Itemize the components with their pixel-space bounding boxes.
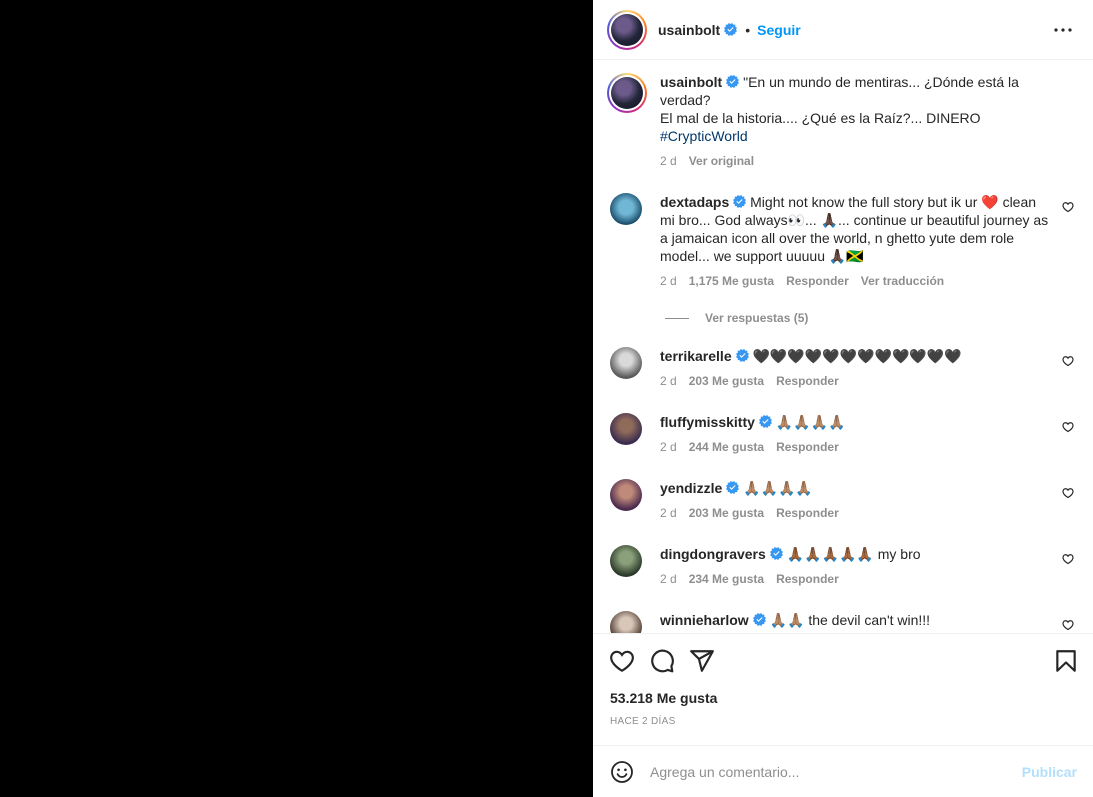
author-avatar[interactable] bbox=[607, 9, 647, 50]
post-timestamp[interactable]: Hace 2 días bbox=[610, 716, 676, 727]
caption-avatar[interactable] bbox=[607, 73, 647, 113]
see-original-button[interactable]: Ver original bbox=[689, 152, 754, 170]
comment-item: terrikarelle 🖤🖤🖤🖤🖤🖤🖤🖤🖤🖤🖤🖤 2 d 203 Me gus… bbox=[610, 347, 1080, 390]
more-options-icon[interactable] bbox=[1051, 18, 1075, 42]
verified-icon bbox=[759, 415, 772, 428]
commenter-username[interactable]: dingdongravers bbox=[660, 546, 766, 562]
add-comment-bar: Publicar bbox=[593, 745, 1093, 797]
commenter-username[interactable]: dextadaps bbox=[660, 194, 729, 210]
verified-icon bbox=[770, 547, 783, 560]
like-heart-icon[interactable] bbox=[609, 648, 635, 674]
comment-likes[interactable]: 234 Me gusta bbox=[689, 570, 764, 588]
comment-time[interactable]: 2 d bbox=[660, 272, 677, 290]
commenter-username[interactable]: terrikarelle bbox=[660, 348, 732, 364]
comment-likes[interactable]: 1,175 Me gusta bbox=[689, 272, 774, 290]
comment-like-heart-icon[interactable] bbox=[1062, 421, 1074, 433]
comment-time[interactable]: 2 d bbox=[660, 372, 677, 390]
verified-icon bbox=[753, 613, 766, 626]
reply-button[interactable]: Responder bbox=[786, 272, 849, 290]
post-like-count[interactable]: 53.218 Me gusta bbox=[610, 690, 717, 706]
comment-likes[interactable]: 203 Me gusta bbox=[689, 372, 764, 390]
comment-time[interactable]: 2 d bbox=[660, 504, 677, 522]
comment-bubble-icon[interactable] bbox=[649, 648, 675, 674]
author-info: usainbolt • Seguir bbox=[658, 22, 801, 38]
comment-text: 🙏🏽🙏🏽🙏🏽🙏🏽 bbox=[775, 414, 846, 430]
separator-dot: • bbox=[745, 21, 751, 38]
comment-like-heart-icon[interactable] bbox=[1062, 553, 1074, 565]
comment-time[interactable]: 2 d bbox=[660, 438, 677, 456]
author-username[interactable]: usainbolt bbox=[658, 22, 720, 38]
comment-item: yendizzle 🙏🏽🙏🏽🙏🏽🙏🏽 2 d 203 Me gusta Resp… bbox=[610, 479, 1080, 522]
verified-icon bbox=[736, 349, 749, 362]
comment-text: 🙏🏽🙏🏽🙏🏽🙏🏽 bbox=[743, 480, 813, 496]
commenter-avatar[interactable] bbox=[610, 193, 642, 225]
save-bookmark-icon[interactable] bbox=[1053, 648, 1079, 674]
commenter-username[interactable]: yendizzle bbox=[660, 480, 722, 496]
caption-time[interactable]: 2 d bbox=[660, 152, 677, 170]
comment-time[interactable]: 2 d bbox=[660, 570, 677, 588]
comment-text: 🙏🏽🙏🏽 the devil can't win!!! bbox=[769, 612, 931, 628]
commenter-username[interactable]: winnieharlow bbox=[660, 612, 749, 628]
caption-hashtag[interactable]: #CrypticWorld bbox=[660, 128, 748, 144]
comment-like-heart-icon[interactable] bbox=[1062, 619, 1074, 631]
comment-item: dingdongravers 🙏🏾🙏🏾🙏🏾🙏🏾🙏🏾 my bro 2 d 234… bbox=[610, 545, 1080, 588]
verified-icon bbox=[733, 195, 746, 208]
follow-button[interactable]: Seguir bbox=[757, 22, 801, 38]
reply-button[interactable]: Responder bbox=[776, 570, 839, 588]
reply-button[interactable]: Responder bbox=[776, 438, 839, 456]
comment-text: 🖤🖤🖤🖤🖤🖤🖤🖤🖤🖤🖤🖤 bbox=[752, 348, 962, 364]
share-paper-plane-icon[interactable] bbox=[689, 648, 715, 674]
post-media-area bbox=[0, 0, 593, 797]
verified-icon bbox=[726, 481, 739, 494]
replies-divider bbox=[665, 317, 689, 319]
comment-like-heart-icon[interactable] bbox=[1062, 355, 1074, 367]
reply-button[interactable]: Responder bbox=[776, 372, 839, 390]
verified-icon bbox=[726, 75, 739, 88]
comment-likes[interactable]: 244 Me gusta bbox=[689, 438, 764, 456]
view-replies-label: Ver respuestas (5) bbox=[705, 311, 809, 325]
view-replies-button[interactable]: Ver respuestas (5) bbox=[665, 311, 808, 325]
comment-text: 🙏🏾🙏🏾🙏🏾🙏🏾🙏🏾 my bro bbox=[786, 546, 921, 562]
reply-button[interactable]: Responder bbox=[776, 504, 839, 522]
post-header: usainbolt • Seguir bbox=[593, 0, 1093, 60]
commenter-avatar[interactable] bbox=[610, 611, 642, 633]
comments-list[interactable]: usainbolt "En un mundo de mentiras... ¿D… bbox=[593, 61, 1093, 633]
comment-item: fluffymisskitty 🙏🏽🙏🏽🙏🏽🙏🏽 2 d 244 Me gust… bbox=[610, 413, 1080, 456]
emoji-smiley-icon[interactable] bbox=[610, 760, 634, 784]
post-side-panel: usainbolt • Seguir usainbolt "En un mund… bbox=[593, 0, 1093, 797]
commenter-avatar[interactable] bbox=[610, 545, 642, 577]
comment-item: dextadaps Might not know the full story … bbox=[610, 193, 1080, 290]
post-caption: usainbolt "En un mundo de mentiras... ¿D… bbox=[607, 73, 1077, 170]
post-actions: 53.218 Me gusta Hace 2 días bbox=[593, 633, 1093, 745]
verified-icon bbox=[724, 23, 737, 36]
comment-like-heart-icon[interactable] bbox=[1062, 487, 1074, 499]
translate-button[interactable]: Ver traducción bbox=[861, 272, 944, 290]
commenter-avatar[interactable] bbox=[610, 347, 642, 379]
comment-likes[interactable]: 203 Me gusta bbox=[689, 504, 764, 522]
commenter-username[interactable]: fluffymisskitty bbox=[660, 414, 755, 430]
commenter-avatar[interactable] bbox=[610, 479, 642, 511]
comment-like-heart-icon[interactable] bbox=[1062, 201, 1074, 213]
publish-button[interactable]: Publicar bbox=[1022, 764, 1077, 780]
comment-item: winnieharlow 🙏🏽🙏🏽 the devil can't win!!! bbox=[610, 611, 1080, 633]
caption-username[interactable]: usainbolt bbox=[660, 74, 722, 90]
commenter-avatar[interactable] bbox=[610, 413, 642, 445]
comment-input[interactable] bbox=[650, 763, 1000, 780]
